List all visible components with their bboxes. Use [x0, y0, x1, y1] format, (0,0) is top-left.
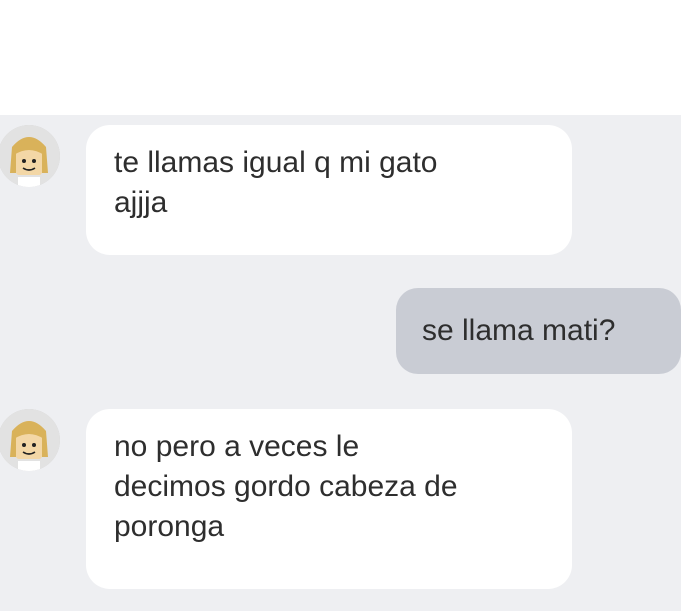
message-text-line: se llama mati?	[422, 314, 616, 347]
message-text-line: decimos gordo cabeza de	[114, 470, 458, 503]
message-text-line: ajjja	[114, 186, 168, 219]
message-text-line: no pero a veces le	[114, 430, 360, 463]
message-bubble-outgoing[interactable]: se llama mati?	[396, 288, 681, 374]
sender-avatar-icon[interactable]	[0, 409, 60, 471]
message-bubble-incoming[interactable]: te llamas igual q mi gato ajjja	[86, 125, 572, 255]
message-text-line: te llamas igual q mi gato	[114, 146, 438, 179]
header-blank-area	[0, 0, 681, 115]
message-text-line: poronga	[114, 510, 225, 543]
chat-thread[interactable]: te llamas igual q mi gato ajjja se llama…	[0, 115, 681, 611]
sender-avatar-icon[interactable]	[0, 125, 60, 187]
message-bubble-incoming[interactable]: no pero a veces le decimos gordo cabeza …	[86, 409, 572, 589]
